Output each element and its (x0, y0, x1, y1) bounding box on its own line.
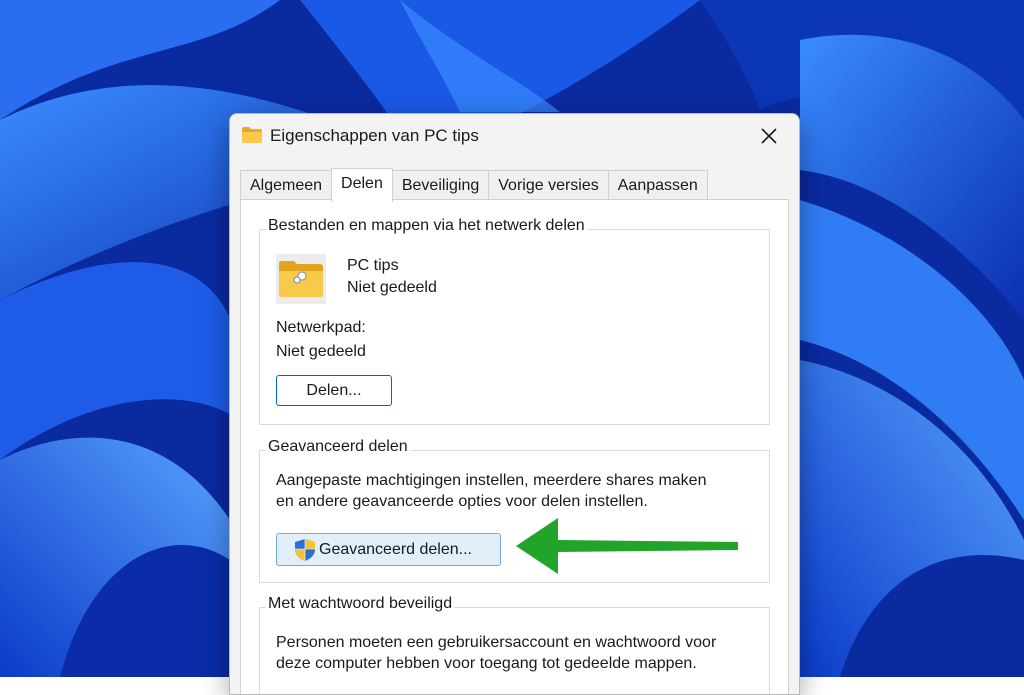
advanced-share-description-2: en andere geavanceerde opties voor delen… (276, 493, 648, 510)
password-protect-legend: Met wachtwoord beveiligd (266, 595, 455, 613)
green-arrow-icon (516, 518, 738, 574)
network-share-legend: Bestanden en mappen via het netwerk dele… (266, 217, 587, 235)
properties-dialog: Eigenschappen van PC tips Algemeen Delen… (229, 113, 800, 695)
tab-delen[interactable]: Delen (331, 168, 393, 202)
tab-aanpassen[interactable]: Aanpassen (607, 170, 708, 201)
uac-shield-icon (295, 538, 315, 561)
network-path-value: Niet gedeeld (276, 343, 366, 360)
sharing-tab-panel: Bestanden en mappen via het netwerk dele… (240, 199, 789, 694)
close-icon (761, 128, 777, 144)
advanced-share-button[interactable]: Geavanceerd delen... (276, 533, 501, 566)
tab-strip: Algemeen Delen Beveiliging Vorige versie… (240, 168, 708, 202)
folder-name: PC tips (347, 257, 399, 274)
share-button[interactable]: Delen... (276, 375, 392, 406)
password-protect-group: Met wachtwoord beveiligd Personen moeten… (259, 595, 770, 694)
advanced-share-description-1: Aangepaste machtigingen instellen, meerd… (276, 472, 707, 489)
close-button[interactable] (747, 120, 791, 152)
network-path-label: Netwerkpad: (276, 319, 366, 336)
network-share-group: Bestanden en mappen via het netwerk dele… (259, 217, 770, 425)
tab-algemeen[interactable]: Algemeen (240, 170, 333, 201)
tab-beveiliging[interactable]: Beveiliging (391, 170, 490, 201)
shared-folder-icon (276, 254, 326, 304)
advanced-share-legend: Geavanceerd delen (266, 438, 410, 456)
window-title: Eigenschappen van PC tips (270, 126, 479, 145)
advanced-share-button-label: Geavanceerd delen... (319, 540, 472, 558)
folder-icon (242, 127, 262, 143)
share-status: Niet gedeeld (347, 279, 437, 296)
title-bar[interactable]: Eigenschappen van PC tips (230, 114, 799, 158)
password-protect-description-2: deze computer hebben voor toegang tot ge… (276, 655, 697, 672)
password-protect-description-1: Personen moeten een gebruikersaccount en… (276, 634, 717, 651)
tab-vorige-versies[interactable]: Vorige versies (488, 170, 609, 201)
